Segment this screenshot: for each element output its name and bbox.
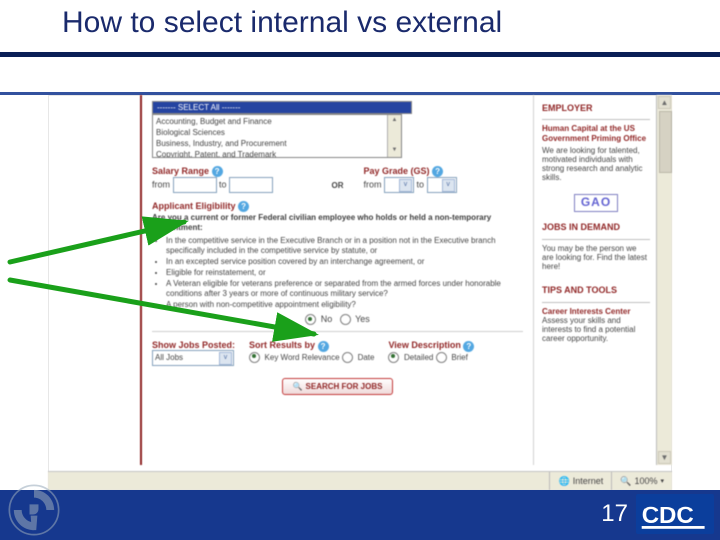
sidebar-jobs-body: You may be the person we are looking for… <box>542 244 650 272</box>
view-opt2-label: Brief <box>451 353 467 362</box>
cdc-logo: CDC <box>636 494 714 534</box>
to-label: to <box>219 180 227 190</box>
hhs-logo <box>6 482 62 538</box>
view-desc-label: View Description <box>388 340 460 350</box>
occupation-listbox[interactable]: Accounting, Budget and Finance Biologica… <box>152 114 402 158</box>
sidebar-employer-sub: Human Capital at the US Government Primi… <box>542 124 650 142</box>
sidebar-employer-head: EMPLOYER <box>542 103 650 113</box>
salary-to-input[interactable] <box>229 177 273 193</box>
sort-relevance-radio[interactable] <box>249 352 260 363</box>
gao-logo: GAO <box>574 194 618 212</box>
view-opt1-label: Detailed <box>404 353 433 362</box>
svg-text:CDC: CDC <box>642 502 694 529</box>
sidebar-employer-body: We are looking for talented, motivated i… <box>542 146 650 183</box>
to-label: to <box>417 180 425 190</box>
listbox-option[interactable]: Business, Industry, and Procurement <box>156 138 398 149</box>
view-brief-radio[interactable] <box>436 352 447 363</box>
search-for-jobs-button[interactable]: 🔍SEARCH FOR JOBS <box>282 378 394 395</box>
page-number: 17 <box>601 500 628 528</box>
annotation-arrow <box>6 216 196 266</box>
eligibility-question: Are you a current or former Federal civi… <box>152 213 491 232</box>
sidebar-tips-head: TIPS AND TOOLS <box>542 285 650 295</box>
listbox-option[interactable]: Accounting, Budget and Finance <box>156 116 398 127</box>
salary-range-label: Salary Range <box>152 166 209 176</box>
sort-opt2-label: Date <box>358 353 375 362</box>
scrollbar-thumb[interactable] <box>659 111 672 173</box>
help-icon[interactable]: ? <box>238 201 249 212</box>
browser-statusbar: 🌐 Internet 🔍 100% ▾ <box>48 471 672 490</box>
page-title: How to select internal vs external <box>0 6 720 40</box>
status-internet: 🌐 Internet <box>549 472 611 490</box>
globe-icon: 🌐 <box>558 476 569 487</box>
sidebar-tips-body: Assess your skills and interests to find… <box>542 316 650 344</box>
paygrade-from-select[interactable] <box>384 177 414 193</box>
help-icon[interactable]: ? <box>432 166 443 177</box>
salary-from-input[interactable] <box>173 177 217 193</box>
from-label: from <box>364 180 382 190</box>
eligibility-bullet: In an excepted service position covered … <box>166 257 523 267</box>
status-zoom[interactable]: 🔍 100% ▾ <box>611 472 672 490</box>
listbox-option[interactable]: Copyright, Patent, and Trademark <box>156 149 398 158</box>
yes-label: Yes <box>355 314 370 324</box>
sort-date-radio[interactable] <box>342 352 353 363</box>
eligibility-label: Applicant Eligibility <box>152 201 236 211</box>
from-label: from <box>152 180 170 190</box>
help-icon[interactable]: ? <box>212 166 223 177</box>
or-text: OR <box>332 181 344 190</box>
show-jobs-select[interactable]: All Jobs <box>152 350 234 366</box>
listbox-option[interactable]: Biological Sciences <box>156 127 398 138</box>
page-scrollbar[interactable] <box>656 95 672 465</box>
sidebar-tips-sub: Career Interests Center <box>542 307 650 316</box>
annotation-arrow <box>6 272 326 342</box>
pay-grade-label: Pay Grade (GS) <box>364 166 430 176</box>
divider-dark <box>0 52 720 57</box>
paygrade-to-select[interactable] <box>427 177 457 193</box>
sort-opt1-label: Key Word Relevance <box>265 353 340 362</box>
occupation-select-highlight[interactable]: ------- SELECT All ------- <box>152 101 412 114</box>
magnifier-icon: 🔍 <box>293 382 303 391</box>
sidebar-jobs-head: JOBS IN DEMAND <box>542 222 650 232</box>
help-icon[interactable]: ? <box>318 341 329 352</box>
view-detailed-radio[interactable] <box>388 352 399 363</box>
zoom-icon: 🔍 <box>620 476 631 487</box>
eligibility-bullet: In the competitive service in the Execut… <box>166 236 523 256</box>
listbox-scrollbar[interactable] <box>387 115 401 157</box>
help-icon[interactable]: ? <box>463 341 474 352</box>
eligibility-yes-radio[interactable] <box>340 314 351 325</box>
